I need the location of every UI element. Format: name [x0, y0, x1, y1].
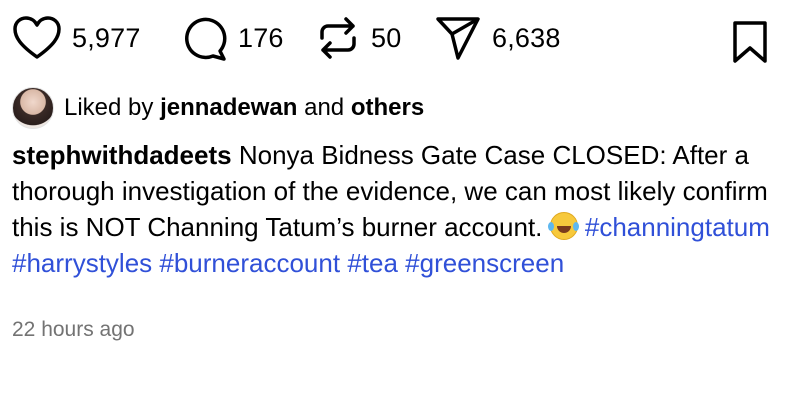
liked-by-others-link[interactable]: others	[351, 94, 424, 122]
liked-by-row: Liked by jennadewan and others	[12, 87, 424, 129]
caption-username-link[interactable]: stephwithdadeets	[12, 140, 232, 170]
repost-button[interactable]: 50	[315, 12, 401, 64]
hashtag-link[interactable]: #burneraccount	[159, 248, 340, 278]
liked-by-and: and	[304, 94, 345, 121]
hashtag-link[interactable]: #harrystyles	[12, 248, 152, 278]
save-button[interactable]	[731, 20, 769, 69]
comment-icon	[185, 17, 227, 61]
avatar[interactable]	[12, 87, 54, 129]
liked-by-prefix: Liked by	[64, 94, 154, 121]
share-button[interactable]: 6,638	[434, 12, 561, 64]
hashtag-link[interactable]: #greenscreen	[405, 248, 564, 278]
repost-count: 50	[371, 22, 402, 53]
send-icon	[436, 17, 480, 60]
liked-by-user-link[interactable]: jennadewan	[160, 94, 297, 122]
comment-button[interactable]: 176	[180, 12, 284, 64]
heart-icon	[13, 16, 61, 59]
laughing-emoji-icon	[547, 212, 578, 240]
action-bar: 5,977 176 50 6,638	[0, 0, 788, 82]
comment-count: 176	[238, 22, 284, 53]
caption: stephwithdadeets Nonya Bidness Gate Case…	[12, 137, 772, 281]
hashtag-link[interactable]: #channingtatum	[585, 212, 770, 242]
post-timestamp: 22 hours ago	[12, 318, 135, 341]
repost-icon	[320, 17, 356, 59]
share-count: 6,638	[492, 22, 561, 53]
hashtag-link[interactable]: #tea	[347, 248, 398, 278]
bookmark-icon	[733, 21, 767, 63]
like-count: 5,977	[72, 22, 141, 53]
like-button[interactable]: 5,977	[12, 12, 141, 64]
